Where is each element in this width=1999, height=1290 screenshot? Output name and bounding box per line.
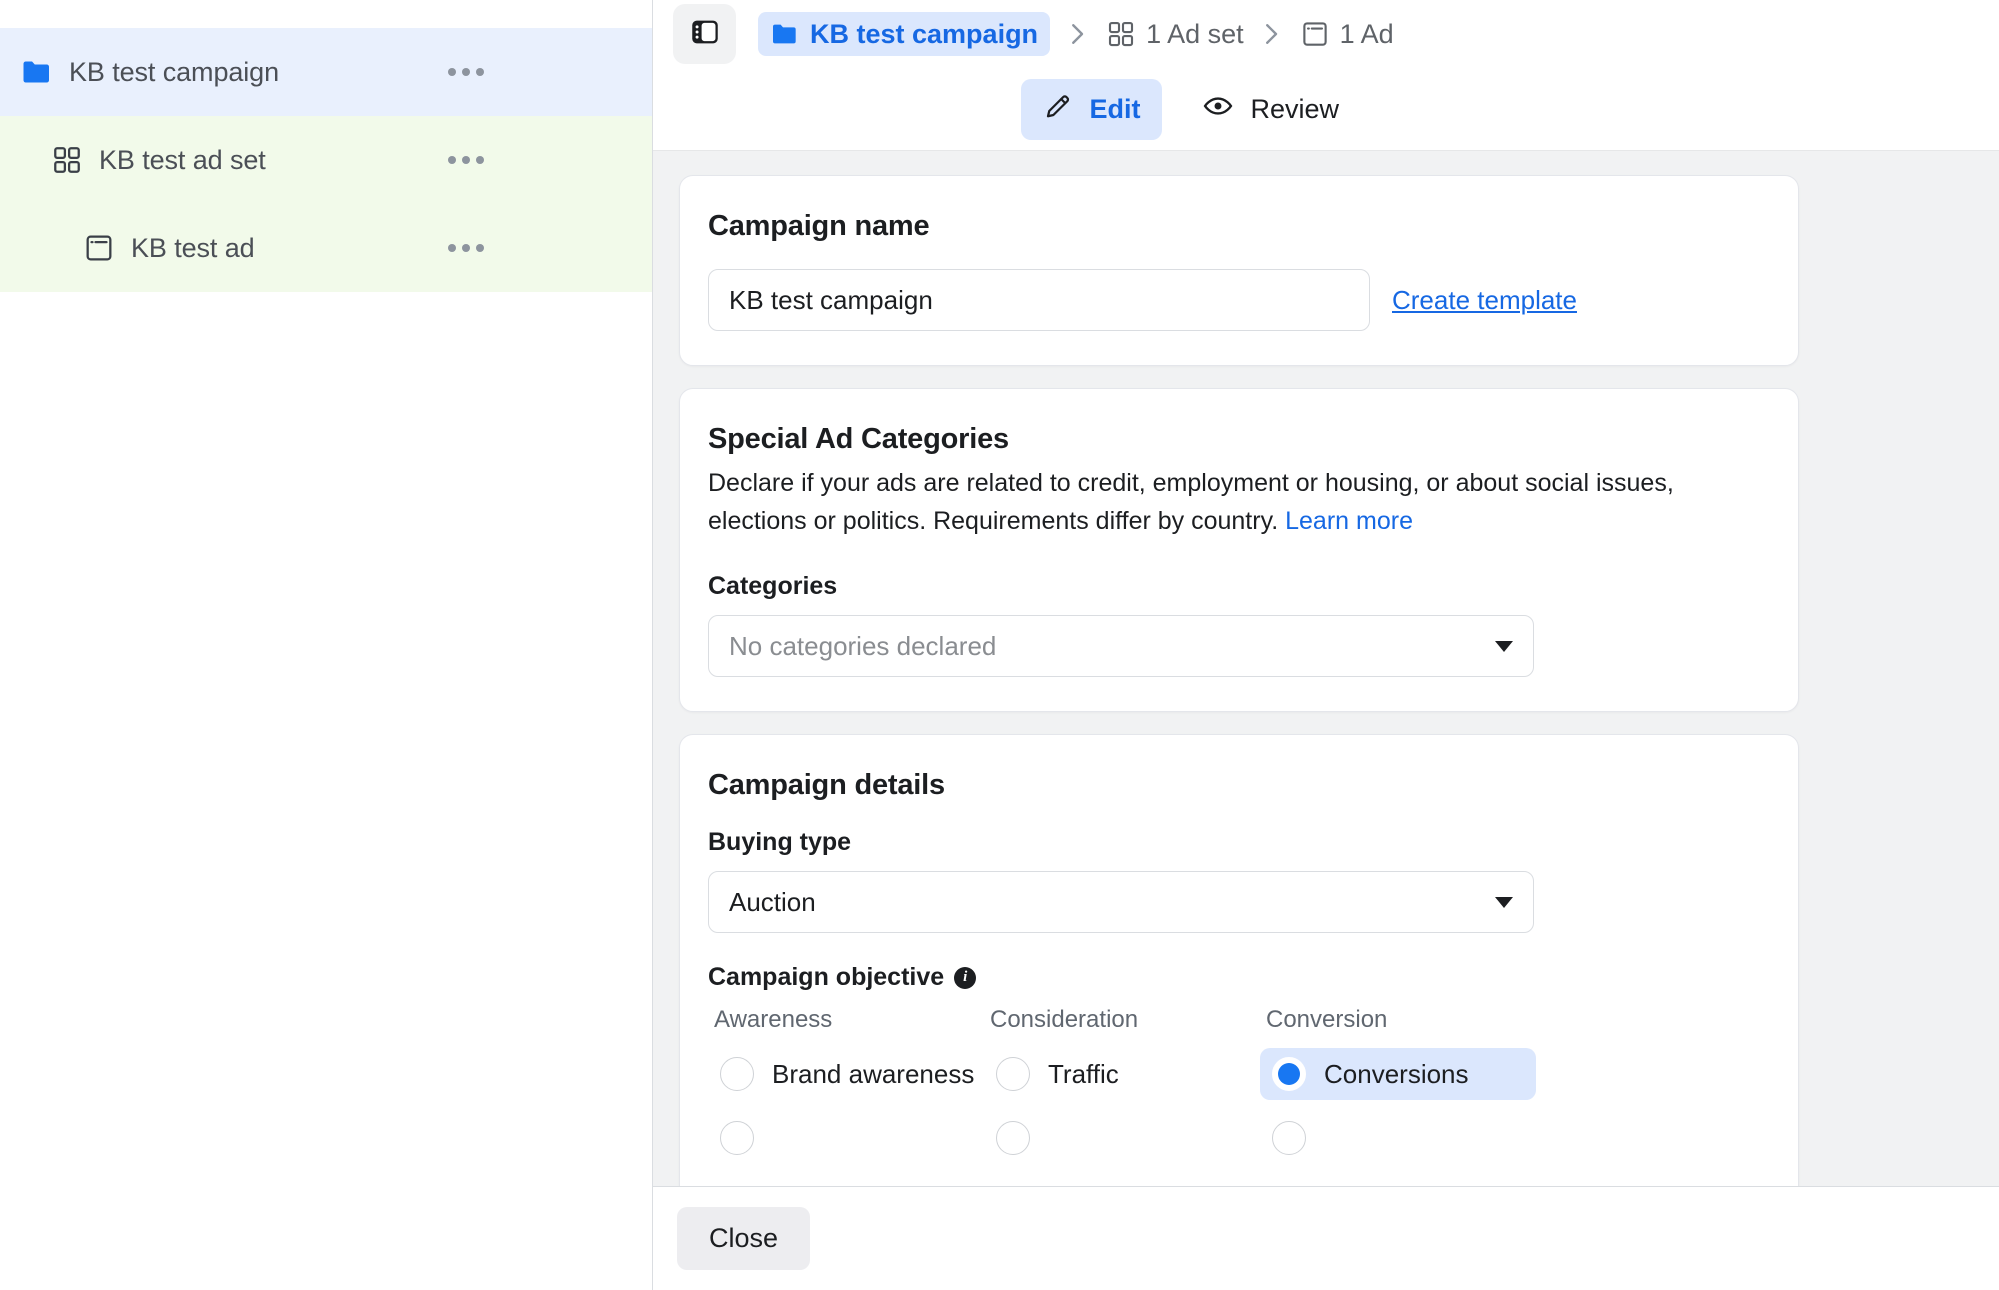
tab-edit[interactable]: Edit <box>1021 78 1163 140</box>
campaign-details-title: Campaign details <box>708 769 945 801</box>
ads-manager-app: KB test campaign KB test ad set KB test … <box>0 0 1999 1290</box>
tab-review[interactable]: Review <box>1180 78 1361 141</box>
info-icon[interactable]: i <box>954 966 977 989</box>
sidebar-item-label: KB test campaign <box>69 56 280 87</box>
objective-option-label: Conversions <box>1324 1058 1469 1089</box>
campaign-form-scroll-area[interactable]: Campaign name KB test campaign Create te… <box>653 150 1999 1186</box>
sidebar-toggle-button[interactable] <box>673 4 736 64</box>
categories-select[interactable]: No categories declared <box>708 615 1534 677</box>
campaign-tree-sidebar: KB test campaign KB test ad set KB test … <box>0 0 653 1290</box>
objective-option-conversions[interactable]: Conversions <box>1260 1048 1536 1100</box>
special-ad-categories-description: Declare if your ads are related to credi… <box>708 464 1728 540</box>
campaign-objective-label-row: Campaign objective i <box>708 963 1770 992</box>
objective-option-consideration-secondary[interactable] <box>984 1112 1260 1164</box>
campaign-form: Campaign name KB test campaign Create te… <box>679 175 1799 1186</box>
objective-option-label: Traffic <box>1048 1058 1119 1089</box>
radio-icon[interactable] <box>996 1057 1030 1091</box>
breadcrumb-bar: KB test campaign 1 Ad set 1 Ad <box>653 0 1999 68</box>
objective-option-awareness-secondary[interactable] <box>708 1112 984 1164</box>
breadcrumb-label: KB test campaign <box>810 18 1039 49</box>
campaign-details-card: Campaign details Buying type Auction Cam… <box>679 734 1799 1186</box>
buying-type-selected-value: Auction <box>729 886 816 917</box>
sidebar-item-campaign[interactable]: KB test campaign <box>0 28 652 116</box>
ad-window-icon <box>80 229 118 267</box>
objective-column-awareness: Awareness Brand awareness <box>708 1006 984 1176</box>
campaign-name-row: KB test campaign Create template <box>708 269 1770 331</box>
breadcrumb-label: 1 Ad <box>1339 18 1394 49</box>
sidebar-toggle-icon <box>688 15 722 54</box>
buying-type-label: Buying type <box>708 828 852 856</box>
description-text: Declare if your ads are related to credi… <box>708 469 1674 535</box>
radio-icon[interactable] <box>1272 1121 1306 1155</box>
objective-option-traffic[interactable]: Traffic <box>984 1048 1260 1100</box>
eye-icon <box>1202 90 1234 129</box>
sidebar-item-ad[interactable]: KB test ad <box>0 204 652 292</box>
campaign-name-card: Campaign name KB test campaign Create te… <box>679 175 1799 366</box>
chevron-down-icon <box>1495 896 1513 908</box>
tab-label: Edit <box>1089 93 1141 124</box>
categories-selected-value: No categories declared <box>729 630 997 661</box>
objective-option-label: Brand awareness <box>772 1058 975 1089</box>
campaign-objective-label: Campaign objective <box>708 963 945 991</box>
objective-column-heading: Awareness <box>714 1006 833 1033</box>
close-button[interactable]: Close <box>677 1207 811 1270</box>
breadcrumb-separator-icon <box>1260 19 1282 49</box>
ad-window-icon <box>1298 17 1332 51</box>
objective-column-consideration: Consideration Traffic <box>984 1006 1260 1176</box>
campaign-name-input[interactable]: KB test campaign <box>708 269 1370 331</box>
grid-icon <box>48 141 86 179</box>
sidebar-item-adset[interactable]: KB test ad set <box>0 116 652 204</box>
objective-column-heading: Conversion <box>1266 1006 1388 1033</box>
breadcrumb: KB test campaign 1 Ad set 1 Ad <box>758 12 1394 56</box>
chevron-down-icon <box>1495 640 1513 652</box>
dialog-footer: Close <box>653 1186 1999 1290</box>
learn-more-link[interactable]: Learn more <box>1285 507 1413 535</box>
radio-icon[interactable] <box>720 1121 754 1155</box>
campaign-name-title: Campaign name <box>708 210 930 242</box>
objective-option-conversion-secondary[interactable] <box>1260 1112 1536 1164</box>
special-ad-categories-card: Special Ad Categories Declare if your ad… <box>679 388 1799 712</box>
categories-label: Categories <box>708 572 838 600</box>
mode-tab-bar: Edit Review <box>653 68 1999 150</box>
objective-option-brand-awareness[interactable]: Brand awareness <box>708 1048 984 1100</box>
sidebar-item-label: KB test ad <box>131 232 255 263</box>
breadcrumb-item-campaign[interactable]: KB test campaign <box>758 12 1051 56</box>
tab-label: Review <box>1250 93 1339 124</box>
folder-icon <box>18 53 56 91</box>
grid-icon <box>1104 17 1138 51</box>
campaign-objective-options: Awareness Brand awareness Consideration … <box>708 1006 1770 1176</box>
breadcrumb-label: 1 Ad set <box>1146 18 1244 49</box>
sidebar-item-more-options-button[interactable] <box>448 68 484 76</box>
breadcrumb-item-adset[interactable]: 1 Ad set <box>1104 17 1244 51</box>
create-template-link[interactable]: Create template <box>1392 285 1577 316</box>
special-ad-categories-title: Special Ad Categories <box>708 423 1009 455</box>
sidebar-item-more-options-button[interactable] <box>448 244 484 252</box>
buying-type-select[interactable]: Auction <box>708 871 1534 933</box>
radio-icon[interactable] <box>996 1121 1030 1155</box>
radio-icon[interactable] <box>1272 1057 1306 1091</box>
breadcrumb-item-ad[interactable]: 1 Ad <box>1298 17 1394 51</box>
sidebar-item-more-options-button[interactable] <box>448 156 484 164</box>
sidebar-item-label: KB test ad set <box>99 144 266 175</box>
pencil-icon <box>1043 91 1073 128</box>
folder-icon <box>768 17 802 51</box>
main-region: KB test campaign 1 Ad set 1 Ad Edit Revi… <box>653 0 1999 1290</box>
objective-column-heading: Consideration <box>990 1006 1139 1033</box>
breadcrumb-separator-icon <box>1066 19 1088 49</box>
objective-column-conversion: Conversion Conversions <box>1260 1006 1536 1176</box>
radio-icon[interactable] <box>720 1057 754 1091</box>
